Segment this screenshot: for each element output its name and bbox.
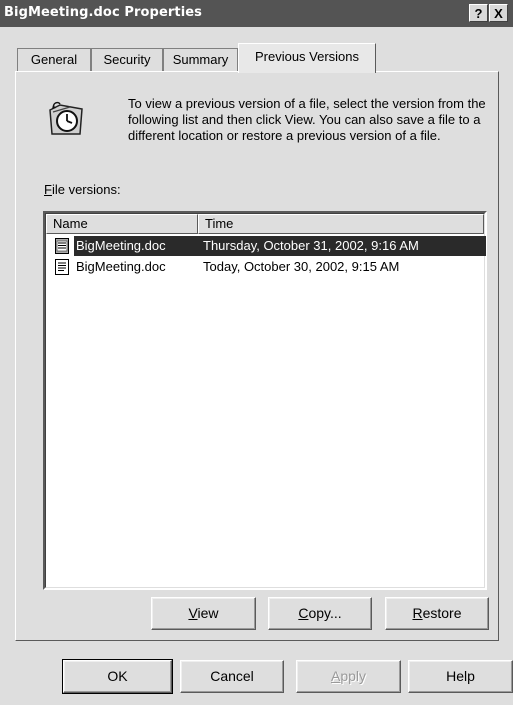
help-button[interactable]: ? [469,4,488,22]
restore-mnemonic: R [412,605,423,621]
document-icon [55,259,69,275]
file-versions-list[interactable]: Name Time BigMeeting.doc Thursday, Octob… [43,211,487,590]
tab-general[interactable]: General [17,48,91,72]
copy-button[interactable]: Copy... [268,597,372,630]
title-bar: BigMeeting.doc Properties ? X [0,0,513,27]
apply-label: pply [340,668,367,684]
tab-general-label: General [30,52,78,67]
view-label: iew [197,605,219,621]
column-header-name[interactable]: Name [46,214,198,234]
view-mnemonic: V [188,605,198,621]
restore-button[interactable]: Restore [385,597,489,630]
tab-summary-label: Summary [172,52,229,67]
tab-previous-versions[interactable]: Previous Versions [238,43,376,73]
info-text: To view a previous version of a file, se… [128,96,486,143]
apply-mnemonic: A [330,668,341,684]
copy-mnemonic: C [298,605,309,621]
restore-label: estore [422,605,462,621]
tab-previous-versions-label: Previous Versions [254,49,360,64]
column-header-time[interactable]: Time [198,214,484,234]
tab-summary[interactable]: Summary [163,48,238,72]
file-name: BigMeeting.doc [76,238,166,253]
file-versions-label-text: ile versions: [51,182,121,197]
file-time: Today, October 30, 2002, 9:15 AM [203,259,400,274]
tab-security[interactable]: Security [91,48,163,72]
window-title: BigMeeting.doc Properties [4,5,203,20]
file-time: Thursday, October 31, 2002, 9:16 AM [203,238,419,253]
file-name: BigMeeting.doc [76,259,166,274]
list-item[interactable]: BigMeeting.doc Thursday, October 31, 200… [46,236,486,256]
file-versions-label: File versions: [44,182,121,197]
list-item[interactable]: BigMeeting.doc Today, October 30, 2002, … [46,257,486,277]
file-versions-mnemonic: F [44,182,52,197]
help-dialog-button[interactable]: Help [408,660,513,693]
cancel-button[interactable]: Cancel [180,660,284,693]
document-icon [55,238,69,254]
clock-folder-icon [49,101,83,135]
view-button[interactable]: View [151,597,256,630]
apply-button[interactable]: Apply [296,660,401,693]
ok-button[interactable]: OK [62,659,173,694]
tab-security-label: Security [103,52,151,67]
copy-label: opy... [308,605,342,621]
close-button[interactable]: X [489,4,508,22]
